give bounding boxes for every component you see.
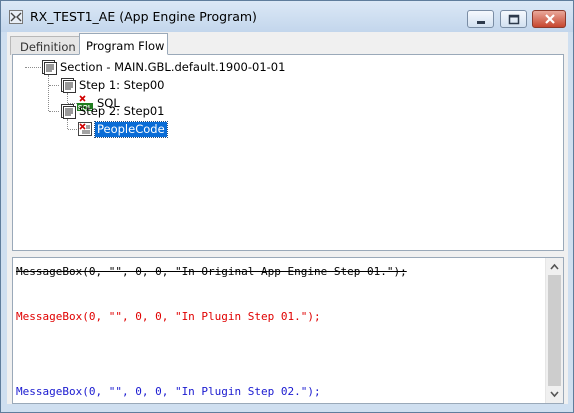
tab-definition[interactable]: Definition — [10, 36, 80, 55]
peoplecode-icon — [78, 122, 92, 136]
maximize-icon — [508, 14, 520, 25]
tree-connector — [49, 85, 59, 86]
code-line-plugin-2: MessageBox(0, "", 0, 0, "In Plugin Step … — [16, 385, 321, 398]
tab-strip: Definition Program Flow — [7, 32, 568, 55]
step-icon — [61, 78, 76, 93]
tree-node-step-2[interactable]: Step 2: Step01 — [79, 104, 165, 119]
tab-program-flow[interactable]: Program Flow — [79, 33, 168, 55]
tree-connector — [68, 129, 77, 130]
minimize-icon — [477, 21, 485, 24]
tree-node-peoplecode[interactable]: PeopleCode — [94, 121, 168, 138]
close-icon — [545, 14, 555, 24]
tree-node-step-1[interactable]: Step 1: Step00 — [79, 78, 165, 93]
title-bar[interactable]: RX_TEST1_AE (App Engine Program) — [1, 1, 573, 32]
tree-connector — [67, 119, 68, 129]
section-icon — [42, 60, 57, 75]
program-flow-tree[interactable]: Section - MAIN.GBL.default.1900-01-01 St… — [12, 54, 564, 251]
code-line-original: MessageBox(0, "", 0, 0, "In Original App… — [16, 265, 407, 278]
step-icon — [61, 104, 76, 119]
app-engine-window: RX_TEST1_AE (App Engine Program) Definit… — [0, 0, 574, 413]
window-title: RX_TEST1_AE (App Engine Program) — [30, 9, 257, 24]
close-button[interactable] — [532, 10, 566, 28]
peoplecode-editor[interactable]: MessageBox(0, "", 0, 0, "In Original App… — [12, 257, 564, 404]
tree-connector — [48, 75, 49, 111]
vertical-scrollbar[interactable] — [545, 258, 563, 403]
maximize-button[interactable] — [500, 10, 527, 28]
tree-connector — [25, 67, 41, 68]
tree-connector — [67, 93, 68, 103]
tree-connector — [49, 111, 59, 112]
client-area: Definition Program Flow Section - MAIN.G… — [7, 32, 568, 404]
scrollbar-thumb[interactable] — [548, 275, 561, 386]
minimize-button[interactable] — [467, 10, 494, 28]
app-engine-icon — [9, 10, 23, 24]
scroll-down-arrow-icon[interactable] — [546, 386, 563, 403]
scroll-up-arrow-icon[interactable] — [546, 258, 563, 275]
code-line-plugin-1: MessageBox(0, "", 0, 0, "In Plugin Step … — [16, 310, 321, 323]
tree-node-section[interactable]: Section - MAIN.GBL.default.1900-01-01 — [60, 60, 285, 75]
